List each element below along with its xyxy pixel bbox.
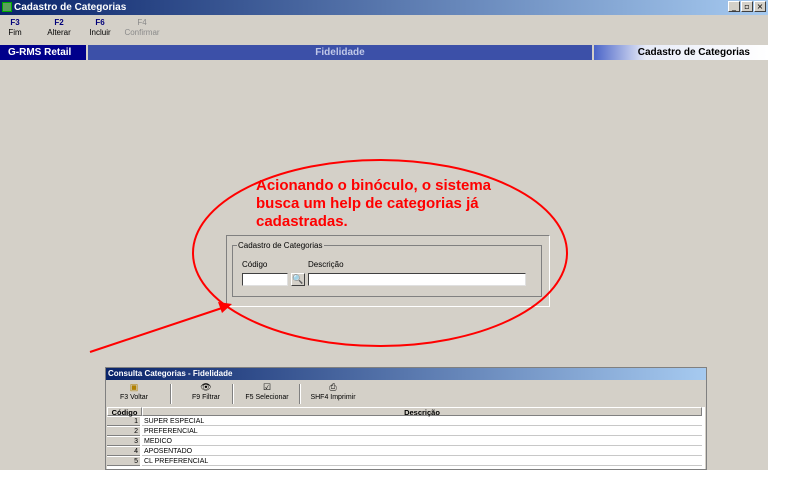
confirmar-key: F4 [137,18,147,27]
close-button[interactable]: × [754,1,766,12]
voltar-button[interactable]: ▣ F3 Voltar [114,382,154,402]
toolbar-separator [232,384,234,404]
toolbar-separator [170,384,172,404]
imprimir-button[interactable]: ⎙ SHF4 Imprimir [306,382,360,402]
screen-name: Cadastro de Categorias [594,45,768,60]
main-toolbar: F3 Fim F2 Alterar F6 Incluir F4 Confirma… [0,16,768,44]
header-bar: G-RMS Retail Fidelidade Cadastro de Cate… [0,45,768,60]
alterar-button[interactable]: F2 Alterar [44,18,74,38]
row-descricao: CL PREFERENCIAL [142,457,702,466]
table-row[interactable]: 1 SUPER ESPECIAL [107,417,705,426]
binoculars-icon: 👁 [200,382,212,392]
cadastro-group: Cadastro de Categorias [232,241,542,297]
fim-button[interactable]: F3 Fim [4,18,26,38]
fim-label: Fim [8,28,22,37]
column-header-codigo[interactable]: Código [107,407,142,417]
printer-icon: ⎙ [329,382,337,392]
table-row[interactable]: 4 APOSENTADO [107,447,705,456]
categorias-grid: Código Descrição 1 SUPER ESPECIAL 2 PREF… [107,407,705,469]
group-title: Cadastro de Categorias [238,241,323,250]
window-title: Cadastro de Categorias [14,2,127,13]
title-bar: Cadastro de Categorias _ ▫ × [0,0,768,15]
application-window: Cadastro de Categorias _ ▫ × F3 Fim F2 A… [0,0,768,470]
form-panel: Cadastro de Categorias [226,235,550,307]
maximize-button[interactable]: ▫ [741,1,753,12]
row-descricao: MEDICO [142,437,702,446]
incluir-button[interactable]: F6 Incluir [86,18,114,38]
imprimir-label: SHF4 Imprimir [310,394,356,401]
row-descricao: APOSENTADO [142,447,702,456]
filtrar-button[interactable]: 👁 F9 Filtrar [186,382,226,402]
consulta-title: Consulta Categorias - Fidelidade [106,368,706,380]
codigo-label: Código [242,260,268,269]
descricao-label: Descrição [308,260,344,269]
selecionar-button[interactable]: ☑ F5 Selecionar [240,382,294,402]
alterar-key: F2 [54,18,64,27]
consulta-window: Consulta Categorias - Fidelidade ▣ F3 Vo… [105,367,707,470]
product-name: G-RMS Retail [0,45,86,60]
row-codigo: 2 [107,427,140,436]
confirmar-label: Confirmar [124,28,160,37]
column-header-descricao[interactable]: Descrição [142,407,702,417]
row-codigo: 3 [107,437,140,446]
toolbar-separator [299,384,301,404]
descricao-field[interactable] [308,273,526,286]
incluir-key: F6 [95,18,105,27]
app-icon [2,2,12,12]
annotation-text: Acionando o binóculo, o sistema busca um… [256,177,492,230]
folder-back-icon: ▣ [129,382,139,392]
alterar-label: Alterar [47,28,71,37]
row-codigo: 1 [107,417,140,426]
binoculars-icon[interactable]: 🔍 [291,273,305,286]
table-row[interactable]: 5 CL PREFERENCIAL [107,457,705,466]
confirmar-button[interactable]: F4 Confirmar [122,18,162,38]
row-descricao: SUPER ESPECIAL [142,417,702,426]
row-descricao: PREFERENCIAL [142,427,702,436]
codigo-field[interactable] [242,273,288,286]
status-strip [0,470,785,478]
selecionar-label: F5 Selecionar [245,394,289,401]
row-codigo: 4 [107,447,140,456]
table-row[interactable]: 2 PREFERENCIAL [107,427,705,436]
fim-key: F3 [10,18,20,27]
voltar-label: F3 Voltar [119,394,148,401]
filtrar-label: F9 Filtrar [192,394,220,401]
module-name: Fidelidade [88,45,592,60]
table-row[interactable]: 3 MEDICO [107,437,705,446]
select-icon: ☑ [262,382,272,392]
minimize-button[interactable]: _ [728,1,740,12]
row-codigo: 5 [107,457,140,466]
incluir-label: Incluir [89,28,111,37]
